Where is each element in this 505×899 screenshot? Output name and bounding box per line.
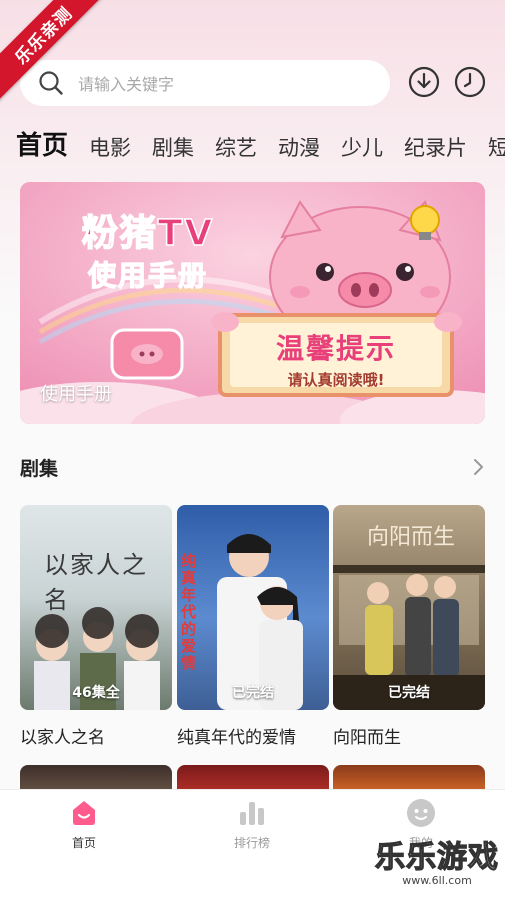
episode-status: 已完结 (388, 685, 430, 701)
category-tabs: 首页 电影 剧集 综艺 动漫 少儿 纪录片 短 (16, 126, 505, 162)
chevron-right-icon[interactable] (471, 458, 485, 476)
tab-anime[interactable]: 动漫 (278, 132, 320, 162)
tab-series[interactable]: 剧集 (152, 132, 194, 162)
section-title: 剧集 (20, 457, 59, 480)
site-watermark: 乐乐游戏 www.6ll.com (374, 839, 499, 887)
banner-art-title: 粉猪TV 使用手册 (81, 212, 215, 292)
download-icon[interactable] (408, 66, 440, 98)
profile-icon (407, 799, 435, 827)
section-header-series[interactable]: 剧集 (20, 452, 485, 482)
home-icon (73, 801, 95, 825)
nav-ranking[interactable]: 排行榜 (212, 798, 292, 851)
banner-sign: 温馨提示 请认真阅读哦! (275, 332, 396, 389)
nav-home[interactable]: 首页 (44, 798, 124, 851)
episode-status: 46集全 (72, 685, 120, 701)
search-icon (39, 71, 63, 95)
banner-caption: 使用手册 (40, 384, 112, 405)
banner-carousel[interactable]: 粉猪TV 使用手册 温馨提示 请认真阅读哦! 使用手册 (20, 182, 485, 424)
drama-title: 纯真年代的爱情 (177, 728, 296, 748)
poster-image: 向阳而生 已完结 (333, 505, 485, 710)
search-input[interactable]: 请输入关键字 (20, 60, 390, 106)
history-icon[interactable] (454, 66, 486, 98)
drama-title: 以家人之名 (20, 728, 105, 748)
tab-movie[interactable]: 电影 (89, 132, 131, 162)
search-placeholder: 请输入关键字 (78, 75, 175, 94)
tab-short[interactable]: 短 (488, 132, 505, 162)
ranking-icon (240, 802, 264, 825)
drama-card[interactable]: 向阳而生 已完结 向阳而生 (333, 505, 485, 748)
tab-kids[interactable]: 少儿 (341, 132, 383, 162)
tab-variety[interactable]: 综艺 (215, 132, 257, 162)
poster-image: 纯真年代的爱情 已完结 (177, 505, 329, 710)
drama-title: 向阳而生 (333, 728, 401, 748)
drama-card[interactable]: 纯真年代的爱情 已完结 纯真年代的爱情 (177, 505, 329, 748)
nav-home-label: 首页 (71, 836, 96, 850)
poster-image: 以家人之名 46集全 (20, 505, 172, 710)
tab-home[interactable]: 首页 (16, 126, 68, 162)
tab-documentary[interactable]: 纪录片 (404, 132, 467, 162)
nav-ranking-label: 排行榜 (233, 836, 270, 850)
episode-status: 已完结 (232, 685, 274, 701)
drama-card[interactable]: 以家人之名 46集全 以家人之名 (20, 505, 172, 748)
